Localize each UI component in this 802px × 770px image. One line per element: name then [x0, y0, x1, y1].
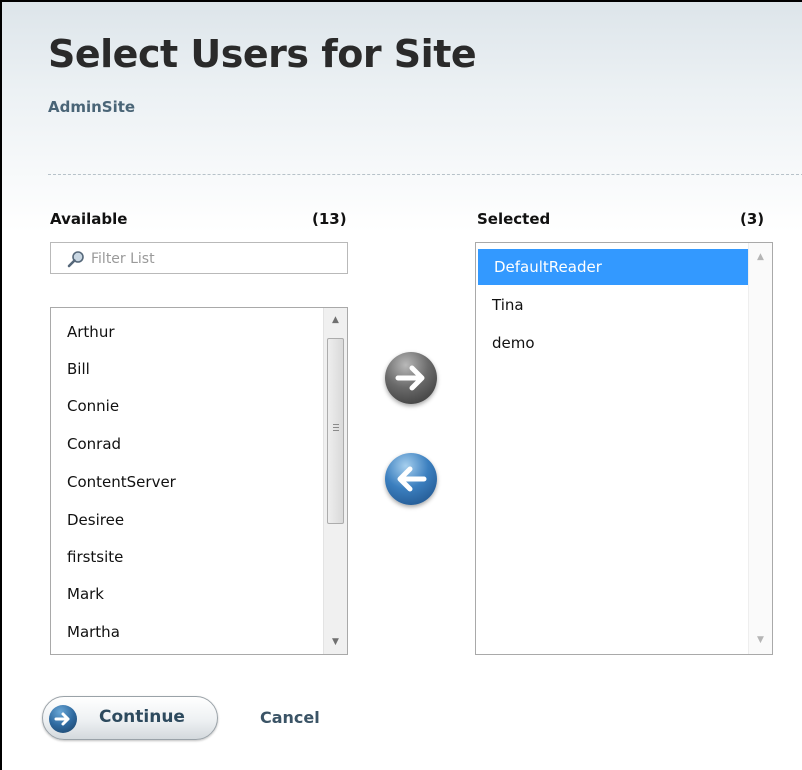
list-item[interactable]: ContentServer: [51, 464, 323, 500]
arrow-right-icon: [395, 365, 425, 391]
selected-count: (3): [740, 210, 765, 228]
list-item[interactable]: Arthur: [51, 314, 323, 350]
selected-scrollbar[interactable]: ▲ ▼: [748, 243, 772, 654]
scroll-up-icon[interactable]: ▲: [749, 247, 772, 267]
filter-input[interactable]: [91, 249, 341, 269]
scroll-thumb[interactable]: [327, 338, 344, 524]
selected-label: Selected: [477, 210, 551, 228]
header-divider: [48, 174, 802, 175]
scroll-up-icon[interactable]: ▲: [324, 310, 347, 330]
available-count: (13): [312, 210, 347, 228]
arrow-left-icon: [397, 466, 427, 492]
scroll-down-icon[interactable]: ▼: [324, 632, 347, 652]
remove-from-selected-button[interactable]: [385, 453, 437, 505]
list-item[interactable]: firstsite: [51, 539, 323, 575]
cancel-link[interactable]: Cancel: [260, 708, 320, 727]
list-item[interactable]: Conrad: [51, 426, 323, 462]
list-item[interactable]: demo: [476, 325, 748, 361]
list-item[interactable]: Bill: [51, 351, 323, 387]
available-scrollbar[interactable]: ▲ ▼: [323, 308, 347, 654]
available-label: Available: [50, 210, 128, 228]
continue-label: Continue: [99, 707, 185, 727]
list-item-selected[interactable]: DefaultReader: [478, 249, 750, 285]
scroll-down-icon[interactable]: ▼: [749, 630, 772, 650]
site-name: AdminSite: [48, 98, 136, 116]
list-item[interactable]: Martha: [51, 614, 323, 650]
arrow-right-circle-icon: [49, 705, 77, 733]
available-list[interactable]: Arthur Bill Connie Conrad ContentServer …: [50, 307, 348, 655]
selected-list[interactable]: DefaultReader Tina demo ▲ ▼: [475, 242, 773, 655]
continue-button[interactable]: Continue: [42, 696, 218, 740]
search-icon: [67, 251, 84, 268]
select-users-dialog: Select Users for Site AdminSite Availabl…: [0, 0, 802, 770]
list-item[interactable]: Tina: [476, 287, 748, 323]
list-item[interactable]: Mark: [51, 576, 323, 612]
list-item[interactable]: Connie: [51, 388, 323, 424]
add-to-selected-button[interactable]: [385, 352, 437, 404]
list-item[interactable]: Desiree: [51, 502, 323, 538]
filter-field[interactable]: [50, 242, 348, 274]
page-title: Select Users for Site: [48, 32, 477, 76]
